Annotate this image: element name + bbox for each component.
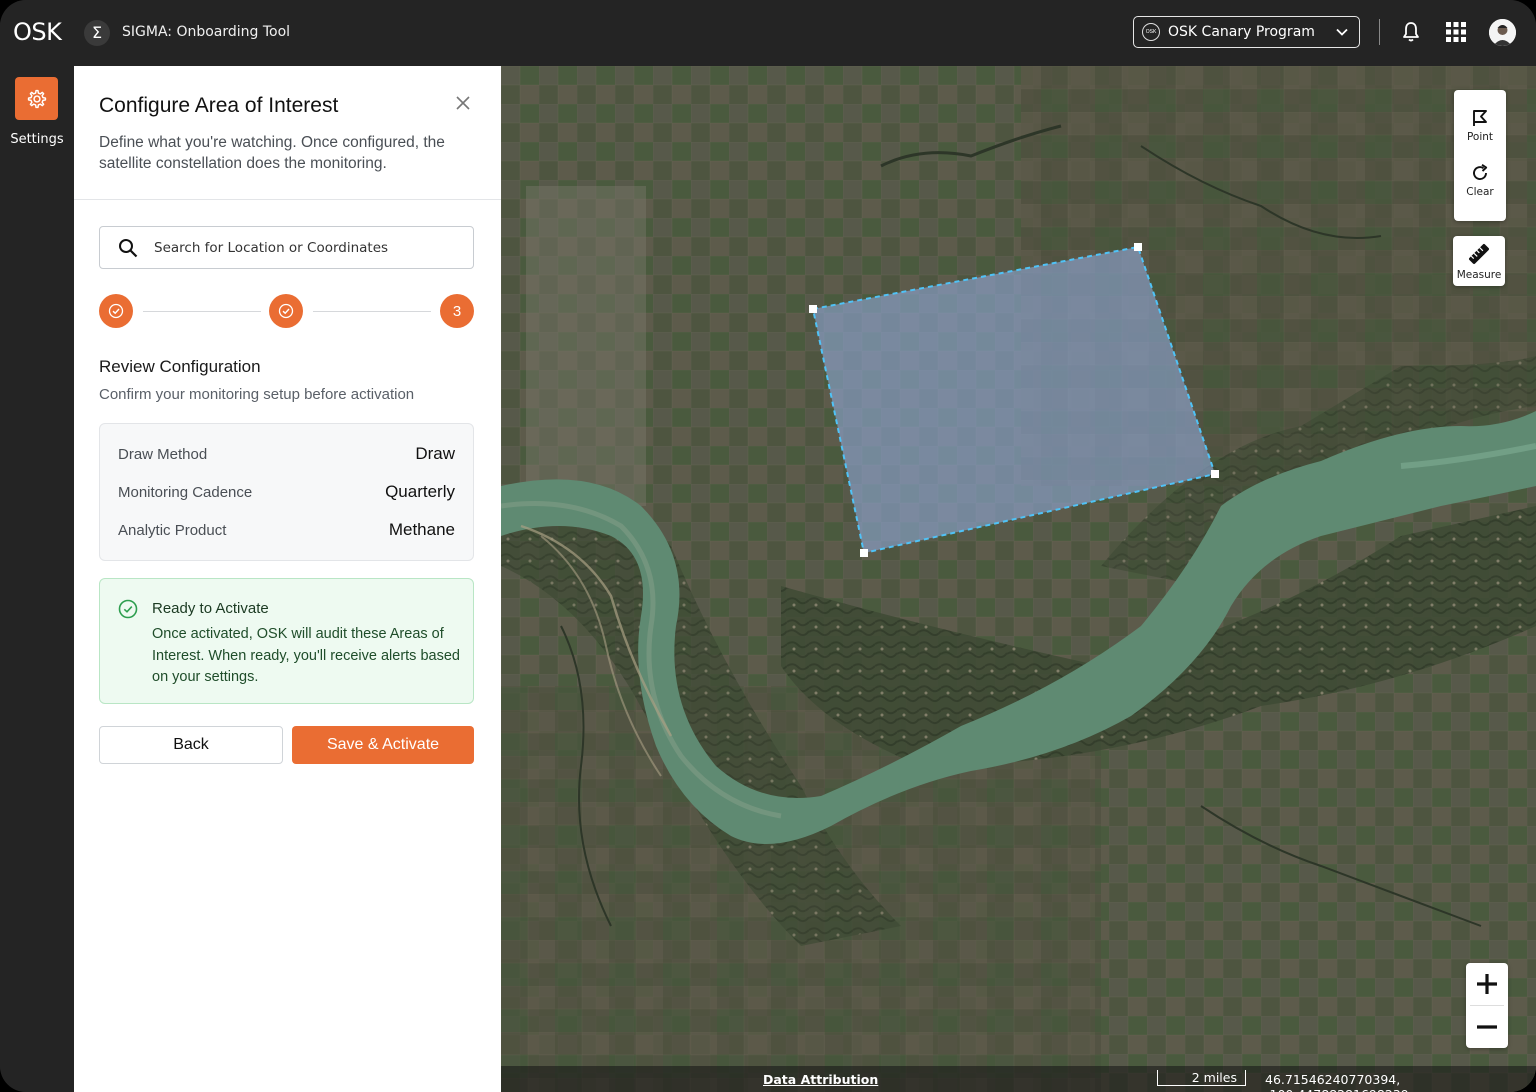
- step-2-complete[interactable]: [269, 294, 303, 328]
- location-search[interactable]: [99, 226, 474, 269]
- summary-value: Methane: [388, 520, 455, 539]
- satellite-map[interactable]: Point Clear Measure Data Attribution 2 m…: [501, 66, 1536, 1092]
- summary-row: Monitoring Cadence Quarterly: [118, 482, 455, 502]
- step-1-complete[interactable]: [99, 294, 133, 328]
- app-title: SIGMA: Onboarding Tool: [122, 24, 291, 40]
- check-circle-icon: [278, 303, 294, 319]
- apps-grid-icon[interactable]: [1446, 22, 1466, 42]
- config-summary: Draw Method Draw Monitoring Cadence Quar…: [99, 423, 474, 561]
- clear-tool[interactable]: Clear: [1454, 163, 1506, 213]
- section-subtitle: Confirm your monitoring setup before act…: [99, 386, 415, 403]
- search-icon: [119, 238, 138, 257]
- user-avatar[interactable]: [1489, 19, 1516, 46]
- draw-toolbar: Point Clear: [1454, 90, 1506, 221]
- zoom-out-button[interactable]: [1466, 1006, 1508, 1048]
- refresh-icon: [1473, 164, 1488, 180]
- panel-description: Define what you're watching. Once config…: [99, 134, 445, 172]
- ready-body: Once activated, OSK will audit these Are…: [152, 626, 460, 685]
- back-button[interactable]: Back: [99, 726, 283, 764]
- step-connector: [143, 311, 261, 312]
- ready-to-activate-notice: Ready to Activate Once activated, OSK wi…: [99, 578, 474, 704]
- map-footer: Data Attribution 2 miles 46.715462407703…: [501, 1066, 1536, 1092]
- ruler-icon: [1469, 244, 1489, 264]
- settings-button[interactable]: [15, 77, 58, 120]
- sigma-icon: Σ: [84, 20, 110, 46]
- close-icon[interactable]: [454, 94, 472, 112]
- program-select-label: OSK Canary Program: [1168, 24, 1315, 40]
- app-window: OSK Σ SIGMA: Onboarding Tool OSK OSK Can…: [0, 0, 1536, 1092]
- left-rail: Settings: [0, 66, 74, 1092]
- summary-key: Monitoring Cadence: [118, 483, 253, 501]
- step-3-current[interactable]: 3: [440, 294, 474, 328]
- measure-tool-label: Measure: [1456, 269, 1502, 281]
- zoom-in-button[interactable]: [1466, 963, 1508, 1005]
- point-tool[interactable]: Point: [1454, 108, 1506, 158]
- minus-icon: [1477, 1025, 1497, 1029]
- configure-aoi-panel: Configure Area of Interest Define what y…: [74, 66, 501, 1092]
- summary-row: Analytic Product Methane: [118, 520, 455, 540]
- summary-value: Quarterly: [385, 482, 455, 501]
- data-attribution-link[interactable]: Data Attribution: [763, 1072, 878, 1087]
- chevron-down-icon: [1336, 28, 1348, 36]
- point-tool-label: Point: [1466, 131, 1494, 143]
- header-divider: [1379, 19, 1380, 45]
- satellite-imagery: [501, 66, 1536, 1092]
- bell-icon[interactable]: [1399, 20, 1423, 44]
- gear-icon: [27, 89, 46, 108]
- program-badge-icon: OSK: [1142, 23, 1160, 41]
- check-circle-icon: [118, 599, 138, 619]
- top-bar: OSK Σ SIGMA: Onboarding Tool OSK OSK Can…: [0, 0, 1536, 66]
- check-circle-icon: [108, 303, 124, 319]
- step-connector: [313, 311, 431, 312]
- cursor-coordinates: 46.71546240770394, -100.44788281698239: [1265, 1072, 1409, 1092]
- plus-icon: [1477, 974, 1497, 994]
- save-activate-button[interactable]: Save & Activate: [292, 726, 474, 764]
- summary-value: Draw: [415, 444, 455, 463]
- search-input[interactable]: [154, 239, 473, 256]
- summary-key: Draw Method: [118, 445, 208, 463]
- panel-divider: [74, 199, 501, 200]
- zoom-controls: [1466, 963, 1508, 1048]
- scale-bar: 2 miles: [1157, 1070, 1246, 1086]
- flag-icon: [1473, 110, 1487, 126]
- section-title: Review Configuration: [99, 357, 261, 376]
- osk-logo[interactable]: OSK: [13, 18, 62, 46]
- summary-row: Draw Method Draw: [118, 444, 455, 464]
- measure-tool[interactable]: Measure: [1453, 236, 1505, 286]
- panel-title: Configure Area of Interest: [99, 94, 339, 117]
- program-select[interactable]: OSK OSK Canary Program: [1133, 16, 1360, 48]
- summary-key: Analytic Product: [118, 521, 227, 539]
- clear-tool-label: Clear: [1466, 186, 1494, 198]
- stepper: 3: [99, 294, 474, 328]
- ready-title: Ready to Activate: [152, 600, 269, 617]
- settings-label: Settings: [10, 132, 64, 147]
